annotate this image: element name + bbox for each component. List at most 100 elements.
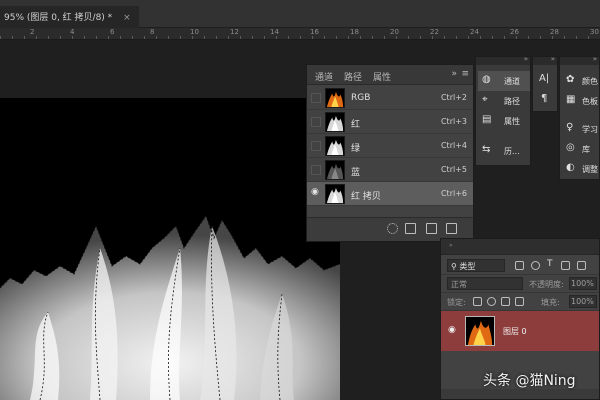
properties-icon: ▤ [482, 114, 492, 125]
panel-shortcut-libraries[interactable]: ◎ 库 [562, 139, 600, 159]
channel-thumbnail [325, 136, 345, 156]
blend-mode-select[interactable]: 正常 [447, 277, 523, 290]
layer-name: 图层 0 [503, 327, 527, 336]
channel-shortcut: Ctrl+5 [440, 165, 467, 174]
panel-shortcut-history[interactable]: ⇆ 历... [478, 141, 530, 161]
eye-icon[interactable]: ◉ [311, 187, 321, 197]
save-selection-as-channel-icon[interactable] [405, 223, 416, 234]
document-canvas[interactable] [0, 98, 340, 400]
opacity-input[interactable]: 100% [569, 277, 597, 290]
panel-shortcut-label: 库 [582, 145, 590, 154]
ruler-tick-label: 2 [30, 28, 35, 36]
channel-shortcut: Ctrl+4 [440, 141, 467, 150]
paragraph-icon[interactable]: ¶ [541, 93, 547, 104]
close-icon[interactable]: × [123, 13, 131, 23]
channel-row[interactable]: ◉ 红 拷贝 Ctrl+6 [307, 182, 473, 206]
channel-row[interactable]: RGB Ctrl+2 [307, 86, 473, 110]
layer-row[interactable]: ◉ 图层 0 [441, 311, 599, 351]
ruler-tick-label: 16 [310, 28, 319, 36]
panel-shortcut-label: 颜色 [582, 77, 598, 86]
channel-thumbnail [325, 160, 345, 180]
fill-label: 填充: [541, 298, 560, 307]
collapsed-panel-group-2: » A| ¶ [532, 55, 558, 112]
ruler-tick-label: 28 [550, 28, 559, 36]
panel-shortcut-label: 学习 [582, 125, 598, 134]
eye-icon[interactable]: ◉ [448, 325, 456, 335]
channel-name: RGB [351, 93, 371, 103]
channel-shortcut: Ctrl+6 [440, 189, 467, 198]
channel-shortcut: Ctrl+2 [440, 93, 467, 102]
lock-all-icon[interactable] [515, 297, 524, 306]
swatches-icon: ▦ [566, 94, 576, 105]
document-tab-title: 95% (图层 0, 红 拷贝/8) * [4, 13, 113, 23]
ruler-tick-label: 24 [470, 28, 479, 36]
visibility-toggle[interactable] [311, 93, 321, 103]
ruler-tick-label: 6 [110, 28, 115, 36]
lock-fill-bar: 锁定: 填充: 100% [441, 293, 599, 311]
channels-panel: 通道 路径 属性 » ≡ RGB Ctrl+2 红 Ctrl+3 绿 Ctrl+4 蓝 Ctr… [306, 64, 474, 242]
panel-shortcut-label: 色板 [582, 97, 598, 106]
trash-icon[interactable] [446, 223, 457, 234]
smart-object-filter-icon[interactable] [577, 261, 586, 270]
type-filter-icon[interactable]: T [547, 259, 556, 269]
layers-panel-footer [441, 389, 599, 399]
ruler-tick-label: 14 [270, 28, 279, 36]
ruler-tick-label: 10 [190, 28, 199, 36]
panel-shortcut-label: 路径 [504, 97, 520, 106]
character-icon[interactable]: A| [539, 73, 549, 84]
watermark: 头条 @猫Ning [483, 373, 576, 389]
tab-paths[interactable]: 路径 [344, 70, 362, 83]
opacity-label: 不透明度: [529, 280, 564, 289]
ruler-tick-label: 20 [390, 28, 399, 36]
lock-label: 锁定: [447, 298, 466, 307]
blend-opacity-bar: 正常 不透明度: 100% [441, 275, 599, 293]
tab-channels[interactable]: 通道 [315, 70, 333, 83]
ruler-tick-label: 18 [350, 28, 359, 36]
shape-filter-icon[interactable] [561, 261, 570, 270]
lock-image-icon[interactable] [487, 297, 496, 306]
channel-row[interactable]: 蓝 Ctrl+5 [307, 158, 473, 182]
channel-thumbnail [325, 88, 345, 108]
panel-shortcut-learn[interactable]: ♀ 学习 [562, 119, 600, 139]
panel-shortcut-channels[interactable]: ◍ 通道 [478, 71, 530, 91]
document-tab[interactable]: 95% (图层 0, 红 拷贝/8) * × [0, 6, 139, 28]
ruler-tick-label: 4 [70, 28, 75, 36]
adjustment-filter-icon[interactable] [531, 261, 540, 270]
channel-shortcut: Ctrl+3 [440, 117, 467, 126]
layers-panel-header: » [441, 239, 599, 255]
collapse-icon[interactable]: » [451, 69, 457, 79]
lock-position-icon[interactable] [501, 297, 510, 306]
channel-row[interactable]: 红 Ctrl+3 [307, 110, 473, 134]
tab-properties[interactable]: 属性 [373, 70, 391, 83]
history-icon: ⇆ [482, 144, 491, 155]
channel-row[interactable]: 绿 Ctrl+4 [307, 134, 473, 158]
fill-input[interactable]: 100% [569, 295, 597, 308]
layer-filter-bar: ⚲ 类型 T [441, 257, 599, 275]
lock-transparent-icon[interactable] [473, 297, 482, 306]
ruler-tick-label: 22 [430, 28, 439, 36]
panel-shortcut-label: 调整 [582, 165, 598, 174]
visibility-toggle[interactable] [311, 141, 321, 151]
channels-panel-tabs: 通道 路径 属性 » ≡ [307, 65, 473, 85]
panel-shortcut-properties[interactable]: ▤ 属性 [478, 111, 530, 131]
panel-shortcut-color[interactable]: ✿ 颜色 [562, 71, 600, 91]
ruler-tick-label: 30 [590, 28, 599, 36]
panel-shortcut-label: 历... [504, 147, 520, 156]
panel-shortcut-paths[interactable]: ⌖ 路径 [478, 91, 530, 111]
horizontal-ruler: 2 4 6 8 10 12 14 16 18 20 22 24 26 28 30 [0, 28, 600, 40]
new-channel-icon[interactable] [426, 223, 437, 234]
panel-shortcut-adjustments[interactable]: ◐ 调整 [562, 159, 600, 179]
adjustments-icon: ◐ [566, 162, 575, 173]
visibility-toggle[interactable] [311, 117, 321, 127]
channel-name: 红 [351, 120, 361, 130]
ruler-tick-label: 26 [510, 28, 519, 36]
visibility-toggle[interactable] [311, 165, 321, 175]
load-channel-as-selection-icon[interactable] [387, 223, 398, 234]
kind-filter-select[interactable]: ⚲ 类型 [447, 259, 505, 272]
libraries-icon: ◎ [566, 142, 575, 153]
panel-menu-icon[interactable]: ≡ [461, 69, 469, 79]
flame-image [0, 214, 340, 400]
panel-shortcut-swatches[interactable]: ▦ 色板 [562, 91, 600, 111]
channel-thumbnail [325, 112, 345, 132]
pixel-filter-icon[interactable] [515, 261, 524, 270]
